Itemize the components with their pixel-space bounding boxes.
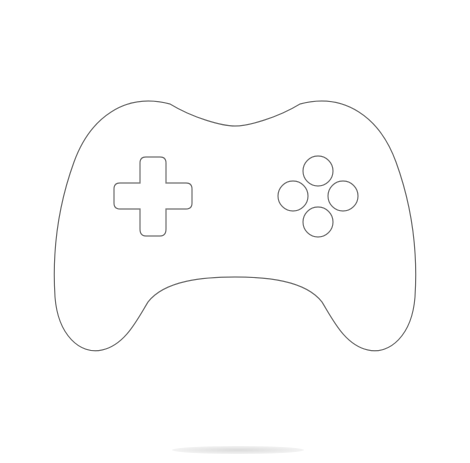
face-button-icon (327, 180, 359, 212)
controller-body-outline (53, 100, 417, 352)
face-button-icon (277, 180, 309, 212)
ground-shadow (172, 446, 304, 454)
game-controller (0, 0, 470, 463)
face-button-icon (302, 155, 334, 187)
image-canvas (0, 0, 470, 463)
face-button-icon (302, 206, 334, 238)
gamepad-icon (53, 100, 417, 352)
